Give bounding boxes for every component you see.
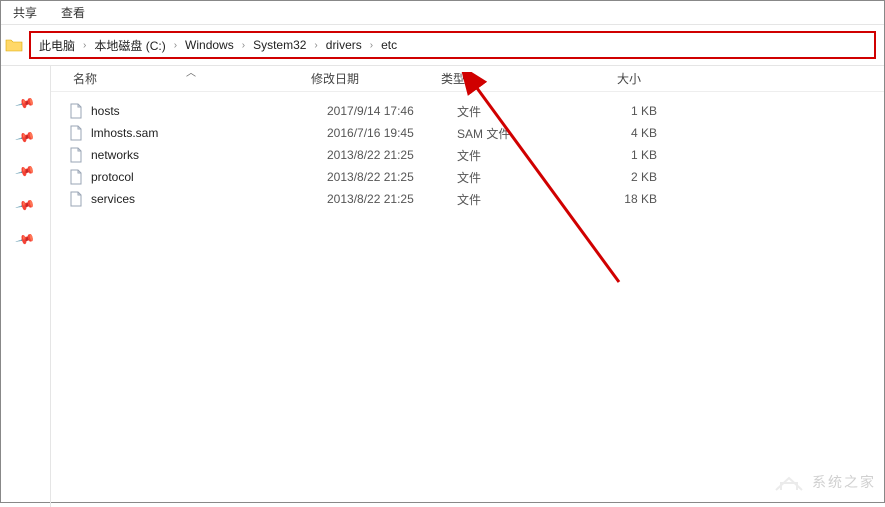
file-size: 1 KB	[547, 148, 657, 162]
file-icon	[69, 191, 85, 207]
menubar: 共享 查看	[1, 1, 884, 25]
file-name: lmhosts.sam	[91, 126, 327, 140]
file-size: 2 KB	[547, 170, 657, 184]
breadcrumb-segment[interactable]: System32	[253, 38, 306, 52]
file-name: hosts	[91, 104, 327, 118]
file-date: 2017/9/14 17:46	[327, 104, 457, 118]
chevron-right-icon: ›	[83, 40, 86, 51]
folder-icon	[5, 37, 23, 53]
column-headers: ︿ 名称 修改日期 类型 大小	[51, 66, 884, 92]
file-type: SAM 文件	[457, 125, 547, 142]
breadcrumb-segment[interactable]: etc	[381, 38, 397, 52]
file-type: 文件	[457, 147, 547, 164]
pin-icon[interactable]: 📌	[14, 93, 36, 115]
file-type: 文件	[457, 191, 547, 208]
file-row[interactable]: protocol2013/8/22 21:25文件2 KB	[51, 166, 884, 188]
watermark: 系统之家	[772, 470, 876, 494]
file-date: 2016/7/16 19:45	[327, 126, 457, 140]
chevron-right-icon: ›	[314, 40, 317, 51]
file-list-pane: ︿ 名称 修改日期 类型 大小 hosts2017/9/14 17:46文件1 …	[51, 66, 884, 507]
pin-icon[interactable]: 📌	[14, 229, 36, 251]
chevron-right-icon: ›	[242, 40, 245, 51]
file-icon	[69, 169, 85, 185]
sort-indicator: ︿	[186, 64, 196, 79]
column-header-date[interactable]: 修改日期	[311, 70, 441, 87]
file-size: 4 KB	[547, 126, 657, 140]
breadcrumb-segment[interactable]: Windows	[185, 38, 234, 52]
chevron-right-icon: ›	[174, 40, 177, 51]
file-date: 2013/8/22 21:25	[327, 148, 457, 162]
file-row[interactable]: services2013/8/22 21:25文件18 KB	[51, 188, 884, 210]
breadcrumb-segment[interactable]: drivers	[326, 38, 362, 52]
breadcrumb-segment[interactable]: 此电脑	[39, 37, 75, 54]
column-header-name[interactable]: 名称	[51, 70, 311, 87]
file-row[interactable]: lmhosts.sam2016/7/16 19:45SAM 文件4 KB	[51, 122, 884, 144]
menu-share[interactable]: 共享	[13, 4, 37, 21]
file-row[interactable]: networks2013/8/22 21:25文件1 KB	[51, 144, 884, 166]
quick-access-sidebar: 📌 📌 📌 📌 📌	[1, 66, 51, 507]
file-row[interactable]: hosts2017/9/14 17:46文件1 KB	[51, 100, 884, 122]
pin-icon[interactable]: 📌	[14, 127, 36, 149]
pin-icon[interactable]: 📌	[14, 195, 36, 217]
file-type: 文件	[457, 103, 547, 120]
file-size: 1 KB	[547, 104, 657, 118]
file-list: hosts2017/9/14 17:46文件1 KBlmhosts.sam201…	[51, 92, 884, 210]
file-date: 2013/8/22 21:25	[327, 192, 457, 206]
chevron-right-icon: ›	[370, 40, 373, 51]
file-icon	[69, 103, 85, 119]
file-name: protocol	[91, 170, 327, 184]
breadcrumb-row: 此电脑 › 本地磁盘 (C:) › Windows › System32 › drivers › e…	[1, 25, 884, 66]
pin-icon[interactable]: 📌	[14, 161, 36, 183]
menu-view[interactable]: 查看	[61, 4, 85, 21]
file-icon	[69, 147, 85, 163]
file-name: services	[91, 192, 327, 206]
file-size: 18 KB	[547, 192, 657, 206]
file-date: 2013/8/22 21:25	[327, 170, 457, 184]
address-bar[interactable]: 此电脑 › 本地磁盘 (C:) › Windows › System32 › drivers › e…	[29, 31, 876, 59]
file-icon	[69, 125, 85, 141]
file-name: networks	[91, 148, 327, 162]
breadcrumb-segment[interactable]: 本地磁盘 (C:)	[94, 37, 165, 54]
column-header-size[interactable]: 大小	[531, 70, 641, 87]
file-type: 文件	[457, 169, 547, 186]
column-header-type[interactable]: 类型	[441, 70, 531, 87]
